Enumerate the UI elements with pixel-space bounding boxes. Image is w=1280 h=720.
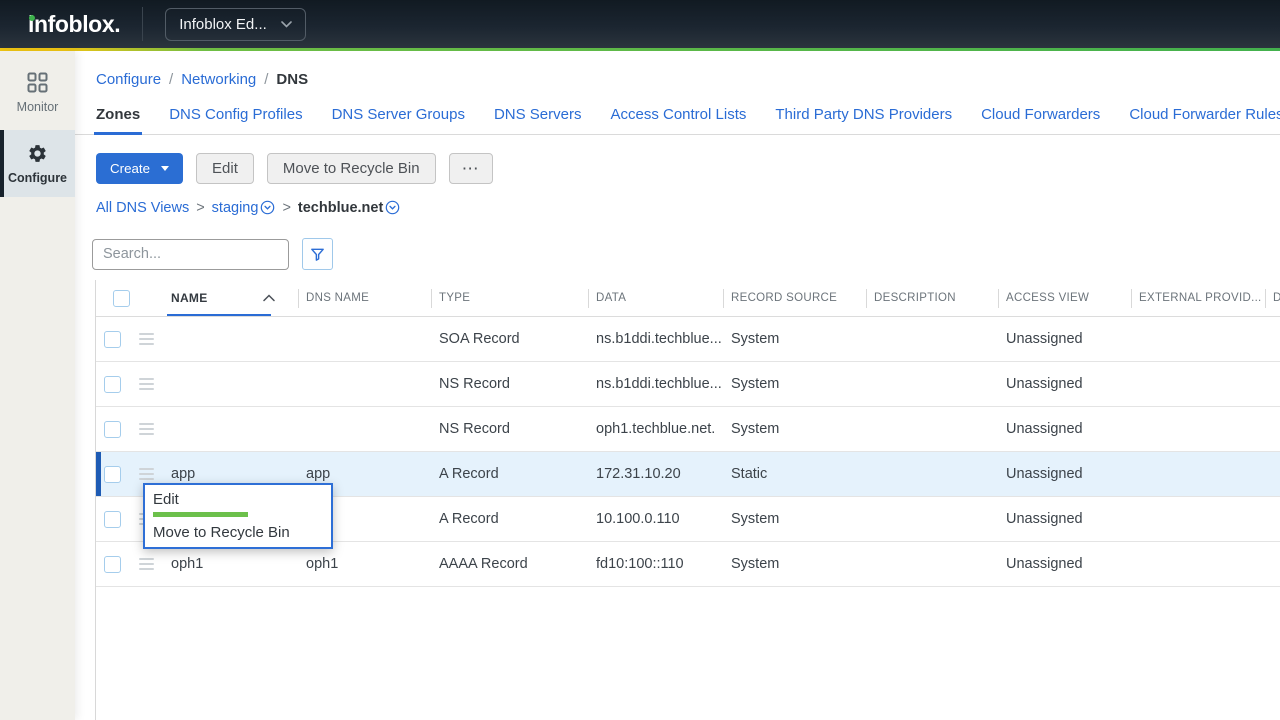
- dns-view-breadcrumb: All DNS Views > staging > techblue.net: [96, 199, 1280, 216]
- column-header-external-provider[interactable]: EXTERNAL PROVID...: [1131, 280, 1265, 316]
- grid-icon: [27, 72, 48, 93]
- all-dns-views-link[interactable]: All DNS Views: [96, 200, 189, 216]
- gear-icon: [27, 143, 48, 164]
- caret-down-icon: [161, 166, 169, 171]
- main-content: Configure / Networking / DNS Zones DNS C…: [75, 51, 1280, 720]
- menu-active-indicator: [153, 512, 248, 517]
- column-header-description[interactable]: DESCRIPTION: [866, 280, 998, 316]
- search-row: [92, 238, 1280, 270]
- column-header-truncated[interactable]: D: [1265, 280, 1280, 316]
- more-actions-button[interactable]: ⋯: [449, 153, 493, 184]
- breadcrumb-separator: /: [264, 71, 268, 88]
- chevron-down-icon: [281, 21, 292, 28]
- tab-cloud-forwarders[interactable]: Cloud Forwarders: [981, 102, 1100, 134]
- row-checkbox[interactable]: [104, 421, 121, 438]
- column-header-type[interactable]: TYPE: [431, 280, 588, 316]
- create-button[interactable]: Create: [96, 153, 183, 184]
- table-header-row: NAME DNS NAME TYPE DATA RECORD SOURCE DE…: [96, 280, 1280, 317]
- zone-name: techblue.net: [298, 200, 400, 216]
- table-row[interactable]: SOA Record ns.b1ddi.techblue.... System …: [96, 317, 1280, 362]
- column-header-name[interactable]: NAME: [163, 280, 298, 316]
- drag-column-header: [131, 280, 163, 316]
- row-checkbox[interactable]: [104, 331, 121, 348]
- breadcrumb-link-networking[interactable]: Networking: [181, 71, 256, 88]
- sidebar-item-label: Monitor: [17, 100, 59, 114]
- column-header-access-view[interactable]: ACCESS VIEW: [998, 280, 1131, 316]
- app-switcher-label: Infoblox Ed...: [179, 16, 267, 33]
- breadcrumb-current-dns: DNS: [276, 71, 308, 88]
- tab-third-party-dns-providers[interactable]: Third Party DNS Providers: [775, 102, 952, 134]
- table-row[interactable]: NS Record oph1.techblue.net. System Unas…: [96, 407, 1280, 452]
- sidebar-item-label: Configure: [8, 171, 67, 185]
- select-all-checkbox[interactable]: [113, 290, 130, 307]
- row-checkbox[interactable]: [104, 511, 121, 528]
- drag-handle-icon[interactable]: [139, 468, 154, 480]
- search-input[interactable]: [92, 239, 289, 270]
- row-checkbox[interactable]: [104, 556, 121, 573]
- row-context-menu: Edit Move to Recycle Bin: [143, 483, 333, 549]
- circle-chevron-down-icon[interactable]: [385, 200, 400, 215]
- tab-bar: Zones DNS Config Profiles DNS Server Gro…: [75, 102, 1280, 135]
- tab-cloud-forwarder-rules[interactable]: Cloud Forwarder Rules: [1129, 102, 1280, 134]
- tab-dns-config-profiles[interactable]: DNS Config Profiles: [169, 102, 302, 134]
- logo-green-dot-icon: [29, 15, 35, 21]
- topbar: infoblox. Infoblox Ed...: [0, 0, 1280, 48]
- funnel-icon: [309, 246, 326, 263]
- column-header-data[interactable]: DATA: [588, 280, 723, 316]
- view-path-separator: >: [196, 200, 204, 216]
- staging-view-link[interactable]: staging: [212, 200, 276, 216]
- drag-handle-icon[interactable]: [139, 558, 154, 570]
- infoblox-logo: infoblox.: [28, 13, 120, 36]
- create-button-label: Create: [110, 161, 150, 176]
- view-path-separator: >: [282, 200, 290, 216]
- column-header-dns-name[interactable]: DNS NAME: [298, 280, 431, 316]
- edit-button[interactable]: Edit: [196, 153, 254, 184]
- filter-button[interactable]: [302, 238, 333, 270]
- tab-access-control-lists[interactable]: Access Control Lists: [610, 102, 746, 134]
- ellipsis-icon: ⋯: [462, 159, 480, 178]
- context-menu-item-edit[interactable]: Edit: [145, 487, 331, 511]
- app-switcher-button[interactable]: Infoblox Ed...: [165, 8, 306, 41]
- drag-handle-icon[interactable]: [139, 333, 154, 345]
- sidebar: Monitor Configure: [0, 51, 75, 720]
- toolbar: Create Edit Move to Recycle Bin ⋯: [96, 153, 1280, 184]
- column-header-record-source[interactable]: RECORD SOURCE: [723, 280, 866, 316]
- tab-dns-server-groups[interactable]: DNS Server Groups: [332, 102, 465, 134]
- breadcrumb-separator: /: [169, 71, 173, 88]
- row-checkbox[interactable]: [104, 466, 121, 483]
- sidebar-item-configure[interactable]: Configure: [0, 130, 75, 197]
- row-checkbox[interactable]: [104, 376, 121, 393]
- tab-zones[interactable]: Zones: [96, 102, 140, 134]
- sidebar-item-monitor[interactable]: Monitor: [0, 59, 75, 126]
- circle-chevron-down-icon[interactable]: [260, 200, 275, 215]
- breadcrumb: Configure / Networking / DNS: [96, 70, 1280, 88]
- move-to-recycle-bin-button[interactable]: Move to Recycle Bin: [267, 153, 436, 184]
- table-row[interactable]: NS Record ns.b1ddi.techblue.... System U…: [96, 362, 1280, 407]
- breadcrumb-link-configure[interactable]: Configure: [96, 71, 161, 88]
- context-menu-item-move-to-recycle-bin[interactable]: Move to Recycle Bin: [145, 520, 331, 544]
- chevron-up-icon[interactable]: [263, 294, 275, 302]
- tab-dns-servers[interactable]: DNS Servers: [494, 102, 582, 134]
- topbar-divider: [142, 7, 143, 41]
- app-window: infoblox. Infoblox Ed... Monitor: [0, 0, 1280, 720]
- infoblox-logo-text: infoblox.: [28, 11, 120, 37]
- drag-handle-icon[interactable]: [139, 423, 154, 435]
- drag-handle-icon[interactable]: [139, 378, 154, 390]
